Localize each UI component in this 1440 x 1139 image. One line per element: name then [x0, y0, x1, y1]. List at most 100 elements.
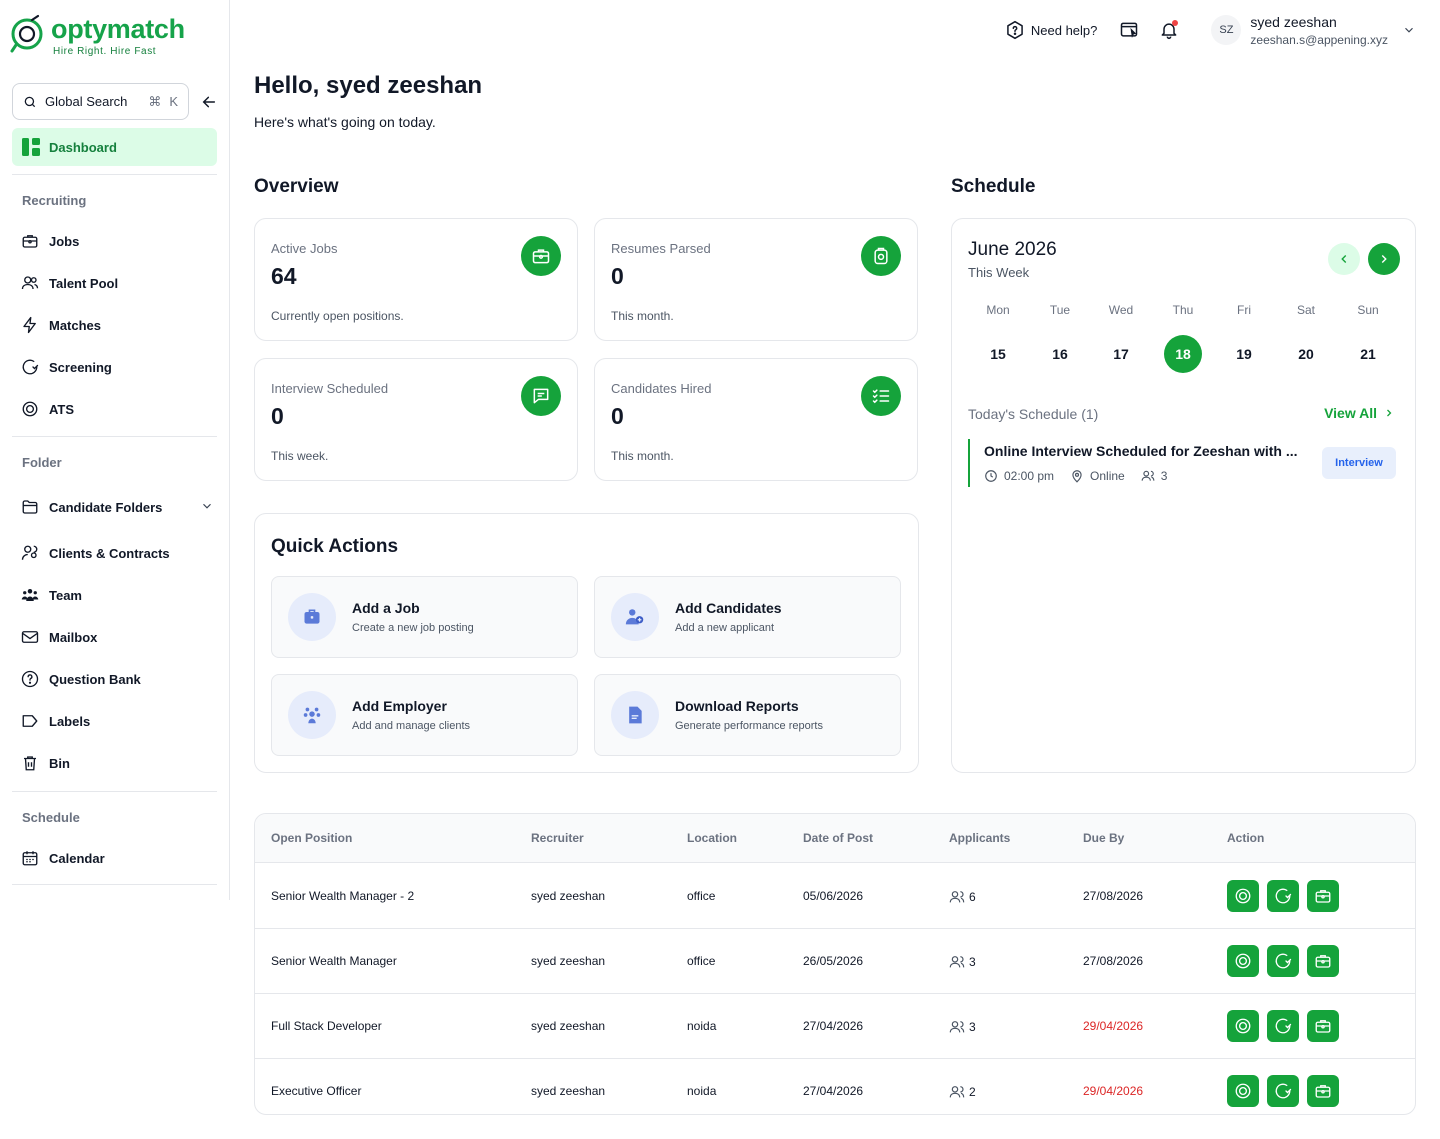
clients-icon	[20, 543, 40, 563]
cell-recruiter: syed zeeshan	[531, 889, 606, 903]
day-cell-selected[interactable]: 18	[1164, 335, 1202, 373]
sidebar-divider	[12, 174, 217, 175]
sidebar-item-talent-pool[interactable]: Talent Pool	[20, 271, 220, 295]
sidebar-item-label: Matches	[49, 317, 102, 333]
job-action-button[interactable]	[1307, 945, 1339, 977]
notifications-button[interactable]	[1157, 18, 1181, 42]
screening-action-button[interactable]	[1267, 880, 1299, 912]
screening-icon	[1275, 1083, 1292, 1099]
chevron-down-icon[interactable]	[200, 499, 214, 513]
calendar-week-label: This Week	[968, 265, 1030, 280]
report-icon	[611, 691, 659, 739]
table-row[interactable]: Executive Officer syed zeeshan noida 27/…	[255, 1059, 1415, 1114]
sidebar-item-label: Bin	[49, 755, 70, 771]
add-candidates-button[interactable]: Add Candidates Add a new applicant	[594, 576, 901, 658]
sidebar-item-matches[interactable]: Matches	[20, 313, 220, 337]
global-search-input[interactable]: Global Search ⌘ K	[12, 83, 189, 120]
screening-action-button[interactable]	[1267, 1010, 1299, 1042]
mail-icon	[20, 627, 40, 647]
browser-window-button[interactable]	[1117, 18, 1141, 42]
schedule-event[interactable]: Online Interview Scheduled for Zeeshan w…	[968, 439, 1398, 487]
sidebar-item-label: Screening	[49, 359, 112, 375]
prev-week-button[interactable]	[1328, 243, 1360, 275]
sidebar-item-question-bank[interactable]: Question Bank	[20, 667, 220, 691]
cell-position: Full Stack Developer	[271, 1019, 382, 1033]
day-cell[interactable]: 21	[1349, 335, 1387, 373]
day-cell[interactable]: 20	[1287, 335, 1325, 373]
cell-due-date-overdue: 29/04/2026	[1083, 1084, 1144, 1098]
sidebar-item-label: Calendar	[49, 850, 105, 866]
ats-action-button[interactable]	[1227, 1075, 1259, 1107]
stat-value: 0	[271, 403, 284, 429]
action-title: Add Employer	[352, 698, 447, 714]
brand-logo[interactable]: optymatch Hire Right. Hire Fast	[10, 14, 185, 57]
sidebar-item-screening[interactable]: Screening	[20, 355, 220, 379]
weekday-label: Fri	[1237, 303, 1251, 317]
ats-action-button[interactable]	[1227, 880, 1259, 912]
sidebar-item-candidate-folders[interactable]: Candidate Folders	[20, 495, 220, 519]
user-info[interactable]: syed zeeshan zeeshan.s@appening.xyz	[1250, 14, 1388, 47]
briefcase-icon	[1315, 1085, 1331, 1098]
interview-icon	[521, 376, 561, 416]
stat-card-resumes-parsed[interactable]: Resumes Parsed 0 This month.	[594, 218, 918, 341]
schedule-title: Schedule	[951, 176, 1036, 197]
day-cell[interactable]: 19	[1225, 335, 1263, 373]
cell-applicants: 6	[949, 889, 976, 905]
cell-recruiter: syed zeeshan	[531, 1019, 606, 1033]
add-employer-button[interactable]: Add Employer Add and manage clients	[271, 674, 578, 756]
sidebar-item-label: Team	[49, 587, 82, 603]
screening-action-button[interactable]	[1267, 945, 1299, 977]
table-row[interactable]: Full Stack Developer syed zeeshan noida …	[255, 994, 1415, 1059]
view-all-link[interactable]: View All	[1324, 405, 1395, 421]
cell-applicants: 2	[949, 1084, 976, 1100]
sidebar-item-mailbox[interactable]: Mailbox	[20, 625, 220, 649]
sidebar-item-label: ATS	[49, 401, 75, 417]
stat-desc: Currently open positions.	[271, 309, 404, 323]
day-cell[interactable]: 16	[1041, 335, 1079, 373]
brand-tagline: Hire Right. Hire Fast	[53, 46, 157, 57]
stat-card-active-jobs[interactable]: Active Jobs 64 Currently open positions.	[254, 218, 578, 341]
screening-icon	[1275, 953, 1292, 969]
job-action-button[interactable]	[1307, 1075, 1339, 1107]
sidebar-item-clients-contracts[interactable]: Clients & Contracts	[20, 541, 220, 565]
job-action-button[interactable]	[1307, 1010, 1339, 1042]
download-reports-button[interactable]: Download Reports Generate performance re…	[594, 674, 901, 756]
sidebar-item-bin[interactable]: Bin	[20, 751, 220, 775]
job-action-button[interactable]	[1307, 880, 1339, 912]
sidebar-item-labels[interactable]: Labels	[20, 709, 220, 733]
event-type-badge: Interview	[1322, 447, 1396, 479]
ats-action-button[interactable]	[1227, 945, 1259, 977]
next-week-button[interactable]	[1368, 243, 1400, 275]
table-row[interactable]: Senior Wealth Manager - 2 syed zeeshan o…	[255, 864, 1415, 929]
stat-card-interview-scheduled[interactable]: Interview Scheduled 0 This week.	[254, 358, 578, 481]
add-job-button[interactable]: Add a Job Create a new job posting	[271, 576, 578, 658]
schedule-panel: June 2026 This Week Mon Tue Wed Thu Fri …	[951, 218, 1416, 773]
collapse-sidebar-button[interactable]	[200, 93, 218, 111]
sidebar-item-jobs[interactable]: Jobs	[20, 229, 220, 253]
screening-action-button[interactable]	[1267, 1075, 1299, 1107]
sidebar-item-team[interactable]: Team	[20, 583, 220, 607]
sidebar-item-label: Candidate Folders	[49, 499, 163, 515]
day-cell[interactable]: 15	[979, 335, 1017, 373]
ats-action-button[interactable]	[1227, 1010, 1259, 1042]
sidebar-item-label: Jobs	[49, 233, 80, 249]
day-cell[interactable]: 17	[1102, 335, 1140, 373]
cell-due-date-overdue: 29/04/2026	[1083, 1019, 1144, 1033]
stat-card-candidates-hired[interactable]: Candidates Hired 0 This month.	[594, 358, 918, 481]
applicants-count: 3	[969, 955, 976, 969]
cell-location: office	[687, 889, 716, 903]
avatar[interactable]: SZ	[1211, 15, 1242, 45]
sidebar-divider	[12, 884, 217, 885]
sidebar-item-dashboard[interactable]: Dashboard	[12, 128, 217, 166]
cell-location: office	[687, 954, 716, 968]
column-header: Action	[1227, 831, 1265, 845]
sidebar-item-calendar[interactable]: Calendar	[20, 846, 220, 870]
table-row[interactable]: Senior Wealth Manager syed zeeshan offic…	[255, 929, 1415, 994]
action-title: Add a Job	[352, 600, 420, 616]
sidebar-item-ats[interactable]: ATS	[20, 397, 220, 421]
chevron-down-icon[interactable]	[1402, 23, 1416, 37]
briefcase-icon	[288, 593, 336, 641]
section-label-folder: Folder	[22, 455, 62, 470]
stat-value: 0	[611, 263, 624, 289]
help-link[interactable]: Need help?	[1005, 20, 1097, 40]
